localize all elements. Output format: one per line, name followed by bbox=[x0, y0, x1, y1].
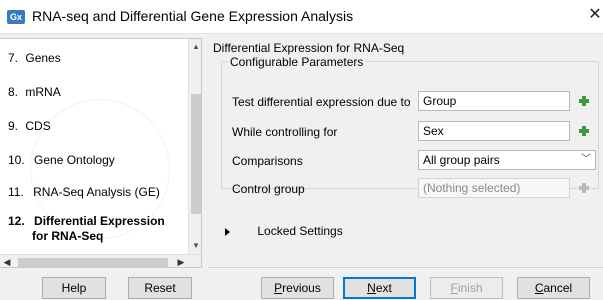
title-bar: Gx RNA-seq and Differential Gene Express… bbox=[0, 0, 603, 34]
cancel-button[interactable]: Cancel bbox=[517, 277, 590, 299]
wizard-window: Gx RNA-seq and Differential Gene Express… bbox=[0, 0, 603, 300]
step-item-cds[interactable]: 9. CDS bbox=[8, 119, 51, 133]
step-item-rna-seq-analysis[interactable]: 11. RNA-Seq Analysis (GE) bbox=[8, 185, 160, 199]
finish-label: inish bbox=[457, 281, 483, 295]
step-label-line2: for RNA-Seq bbox=[32, 229, 104, 243]
step-list-vertical-scrollbar[interactable]: ▲ ▼ bbox=[188, 39, 201, 254]
controlling-for-label: While controlling for bbox=[232, 125, 338, 139]
scroll-left-icon[interactable]: ◀ bbox=[0, 255, 14, 267]
previous-button[interactable]: Previous bbox=[261, 277, 334, 299]
comparisons-label: Comparisons bbox=[232, 154, 303, 168]
step-label: Differential Expression bbox=[34, 214, 165, 228]
step-label: Gene Ontology bbox=[34, 153, 115, 167]
next-label: ext bbox=[375, 281, 392, 295]
vertical-scroll-thumb[interactable] bbox=[191, 94, 201, 214]
next-button[interactable]: Next bbox=[343, 277, 416, 299]
scroll-up-icon[interactable]: ▲ bbox=[189, 40, 201, 54]
triangle-right-icon bbox=[225, 227, 230, 236]
step-item-differential-expression[interactable]: 12. Differential Expression for RNA-Seq bbox=[8, 214, 165, 244]
finish-mnemonic: F bbox=[450, 281, 458, 295]
previous-mnemonic: P bbox=[274, 281, 283, 295]
window-title: RNA-seq and Differential Gene Expression… bbox=[32, 8, 354, 24]
controlling-for-field[interactable]: Sex bbox=[418, 121, 570, 141]
step-label: Genes bbox=[25, 51, 61, 65]
cancel-label: ancel bbox=[543, 281, 573, 295]
step-number: 9. bbox=[8, 119, 19, 133]
step-number: 11. bbox=[8, 185, 24, 199]
next-mnemonic: N bbox=[367, 281, 376, 295]
wizard-step-list: 7. Genes 8. mRNA 9. CDS 10. Gene Ontolog… bbox=[0, 38, 202, 268]
group-title: Configurable Parameters bbox=[227, 55, 367, 69]
scroll-down-icon[interactable]: ▼ bbox=[189, 239, 201, 253]
step-label: RNA-Seq Analysis (GE) bbox=[33, 185, 160, 199]
step-label: CDS bbox=[25, 119, 51, 133]
app-logo-icon: Gx bbox=[7, 10, 25, 24]
scroll-right-icon[interactable]: ▶ bbox=[174, 255, 188, 267]
chevron-down-icon: ﹀ bbox=[581, 154, 591, 165]
locked-settings-label: Locked Settings bbox=[257, 224, 343, 238]
panel-title: Differential Expression for RNA-Seq bbox=[213, 41, 405, 55]
step-number: 12. bbox=[8, 214, 25, 228]
divider bbox=[208, 267, 603, 268]
step-number: 8. bbox=[8, 85, 19, 99]
step-item-mrna[interactable]: 8. mRNA bbox=[8, 85, 61, 99]
close-icon[interactable]: ✕ bbox=[587, 4, 603, 26]
step-number: 10. bbox=[8, 153, 25, 167]
finish-button[interactable]: Finish bbox=[430, 277, 503, 299]
step-list-horizontal-scrollbar[interactable]: ◀ ▶ bbox=[0, 254, 201, 267]
step-number: 7. bbox=[8, 51, 19, 65]
add-control-plus-icon[interactable] bbox=[577, 124, 591, 138]
previous-label: revious bbox=[282, 281, 321, 295]
step-item-gene-ontology[interactable]: 10. Gene Ontology bbox=[8, 153, 115, 167]
step-label: mRNA bbox=[25, 85, 61, 99]
test-diff-expression-field[interactable]: Group bbox=[418, 91, 570, 111]
test-diff-expression-label: Test differential expression due to bbox=[232, 95, 411, 109]
step-item-genes[interactable]: 7. Genes bbox=[8, 51, 61, 65]
reset-button[interactable]: Reset bbox=[128, 277, 192, 299]
add-factor-plus-icon[interactable] bbox=[577, 94, 591, 108]
locked-settings-toggle[interactable]: Locked Settings bbox=[225, 224, 343, 238]
control-group-field[interactable]: (Nothing selected) bbox=[418, 178, 570, 198]
add-control-group-plus-icon[interactable] bbox=[577, 181, 591, 195]
comparisons-select[interactable]: All group pairs ﹀ bbox=[418, 150, 596, 170]
comparisons-selected-value: All group pairs bbox=[423, 153, 500, 167]
help-button[interactable]: Help bbox=[42, 277, 106, 299]
control-group-label: Control group bbox=[232, 182, 305, 196]
horizontal-scroll-thumb[interactable] bbox=[18, 258, 168, 267]
